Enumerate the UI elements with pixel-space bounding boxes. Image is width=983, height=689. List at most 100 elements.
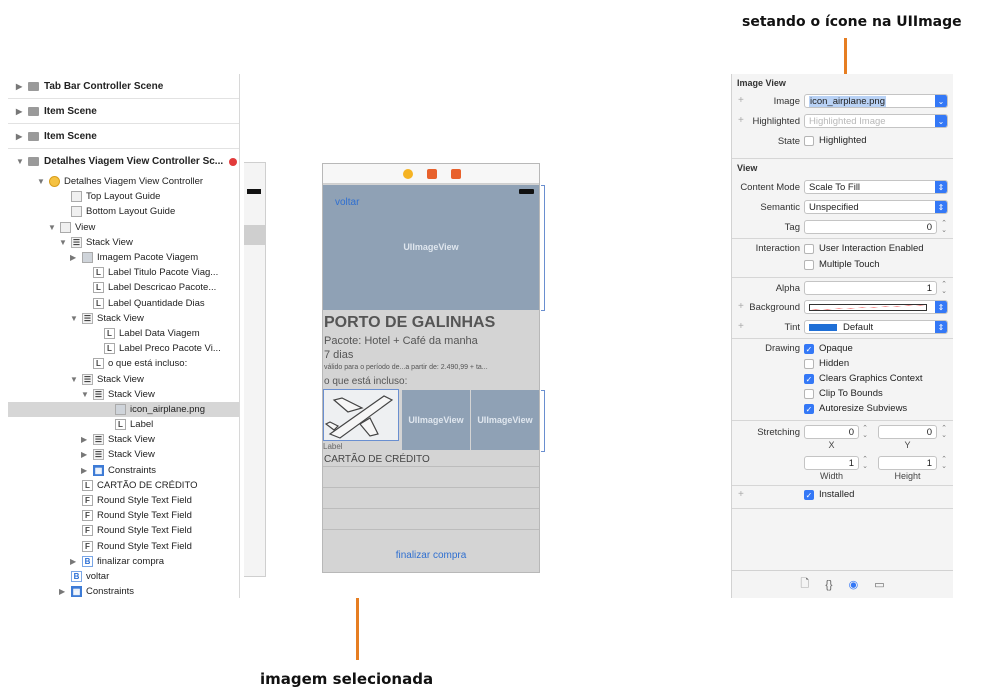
updown-icon[interactable]: ⇕ bbox=[935, 321, 947, 333]
alpha-stepper[interactable]: ⌃ ⌄ bbox=[940, 281, 948, 295]
stretch-x-field[interactable]: 0 bbox=[804, 425, 859, 439]
label-incluso[interactable]: o que está incluso: bbox=[324, 376, 407, 387]
disclosure-closed-icon[interactable]: ▶ bbox=[81, 435, 93, 444]
outline-item[interactable]: L Label Preco Pacote Vi... bbox=[8, 341, 239, 356]
updown-icon[interactable]: ⇕ bbox=[935, 201, 947, 213]
disclosure-closed-icon[interactable]: ▶ bbox=[70, 557, 82, 566]
label-titulo[interactable]: PORTO DE GALINHAS bbox=[324, 314, 495, 332]
quick-help-icon[interactable]: {} bbox=[825, 579, 832, 591]
object-library-icon[interactable]: ▭ bbox=[874, 578, 884, 591]
updown-icon[interactable]: ⇕ bbox=[935, 301, 947, 313]
chevron-down-icon[interactable]: ⌄ bbox=[935, 115, 947, 127]
outline-item[interactable]: Bottom Layout Guide bbox=[8, 204, 239, 219]
clip-bounds-checkbox[interactable] bbox=[804, 389, 814, 399]
state-highlighted-checkbox[interactable] bbox=[804, 136, 814, 146]
width-field[interactable]: 1 bbox=[804, 456, 859, 470]
detail-scene[interactable]: UIImageView voltar PORTO DE GALINHAS Pac… bbox=[322, 163, 540, 573]
disclosure-icon[interactable]: ▶ bbox=[16, 132, 28, 141]
user-interaction-checkbox[interactable] bbox=[804, 244, 814, 254]
outline-item[interactable]: L Label Quantidade Dias bbox=[8, 296, 239, 311]
highlighted-combo[interactable]: Highlighted Image ⌄ bbox=[804, 114, 948, 128]
outline-item[interactable]: ▼ ☰ Stack View bbox=[8, 311, 239, 326]
outline-item[interactable]: F Round Style Text Field bbox=[8, 508, 239, 523]
disclosure-open-icon[interactable]: ▼ bbox=[70, 314, 82, 323]
outline-item[interactable]: L Label bbox=[8, 417, 239, 432]
chevron-down-icon[interactable]: ⌄ bbox=[935, 95, 947, 107]
scene-tab-bar[interactable]: ▶ Tab Bar Controller Scene bbox=[8, 74, 239, 99]
disclosure-open-icon[interactable]: ▼ bbox=[37, 177, 49, 186]
finalizar-compra-button[interactable]: finalizar compra bbox=[323, 550, 539, 561]
outline-item[interactable]: ▶ Imagem Pacote Viagem bbox=[8, 250, 239, 265]
semantic-select[interactable]: Unspecified ⇕ bbox=[804, 200, 948, 214]
height-field[interactable]: 1 bbox=[878, 456, 937, 470]
outline-item[interactable]: ▼ Detalhes Viagem View Controller bbox=[8, 174, 239, 189]
width-stepper[interactable]: ⌃ ⌄ bbox=[861, 456, 869, 470]
stretch-y-stepper[interactable]: ⌃ ⌄ bbox=[940, 425, 948, 439]
file-inspector-icon[interactable]: 🗋 bbox=[800, 575, 809, 594]
clears-context-checkbox[interactable]: ✓ bbox=[804, 374, 814, 384]
image-combo[interactable]: icon_airplane.png ⌄ bbox=[804, 94, 948, 108]
outline-item[interactable]: L Label Descricao Pacote... bbox=[8, 280, 239, 295]
outline-item[interactable]: L CARTÃO DE CRÉDITO bbox=[8, 478, 239, 493]
text-field-2[interactable] bbox=[323, 487, 539, 506]
disclosure-closed-icon[interactable]: ▶ bbox=[81, 450, 93, 459]
thumb-image-view-2[interactable]: UIImageView bbox=[402, 390, 470, 450]
outline-item[interactable]: F Round Style Text Field bbox=[8, 523, 239, 538]
small-label[interactable]: Label bbox=[323, 442, 343, 451]
label-quantidade-dias[interactable]: 7 dias bbox=[324, 349, 353, 361]
disclosure-open-icon[interactable]: ▼ bbox=[70, 375, 82, 384]
text-field-3[interactable] bbox=[323, 508, 539, 527]
hidden-checkbox[interactable] bbox=[804, 359, 814, 369]
outline-item[interactable]: ▶ Bfinalizar compra bbox=[8, 554, 239, 569]
outline-item[interactable]: F Round Style Text Field bbox=[8, 539, 239, 554]
alpha-field[interactable]: 1 bbox=[804, 281, 937, 295]
label-descricao[interactable]: Pacote: Hotel + Café da manha bbox=[324, 335, 478, 347]
outline-item[interactable]: ▶ ▦ Constraints bbox=[8, 463, 239, 478]
disclosure-open-icon[interactable]: ▼ bbox=[48, 223, 60, 232]
outline-item[interactable]: ▶ ▦ Constraints bbox=[8, 584, 239, 598]
outline-item[interactable]: ▼ ☰ Stack View bbox=[8, 235, 239, 250]
background-color-well[interactable]: ⇕ bbox=[804, 300, 948, 314]
disclosure-icon[interactable]: ▼ bbox=[16, 157, 28, 166]
tag-stepper[interactable]: ⌃ ⌄ bbox=[940, 220, 948, 234]
disclosure-icon[interactable]: ▶ bbox=[16, 107, 28, 116]
error-icon[interactable] bbox=[229, 157, 238, 166]
disclosure-closed-icon[interactable]: ▶ bbox=[70, 253, 82, 262]
voltar-button[interactable]: voltar bbox=[335, 197, 359, 208]
tag-field[interactable]: 0 bbox=[804, 220, 937, 234]
scene-item-1[interactable]: ▶ Item Scene bbox=[8, 99, 239, 124]
text-field-1[interactable] bbox=[323, 466, 539, 485]
exit-icon[interactable] bbox=[451, 169, 461, 179]
content-mode-select[interactable]: Scale To Fill ⇕ bbox=[804, 180, 948, 194]
outline-item[interactable]: F Round Style Text Field bbox=[8, 493, 239, 508]
outline-item[interactable]: L Label Data Viagem bbox=[8, 326, 239, 341]
multiple-touch-checkbox[interactable] bbox=[804, 260, 814, 270]
disclosure-open-icon[interactable]: ▼ bbox=[59, 238, 71, 247]
outline-item[interactable]: Top Layout Guide bbox=[8, 189, 239, 204]
updown-icon[interactable]: ⇕ bbox=[935, 181, 947, 193]
disclosure-icon[interactable]: ▶ bbox=[16, 82, 28, 91]
outline-item[interactable]: L Label Titulo Pacote Viag... bbox=[8, 265, 239, 280]
outline-item[interactable]: Lo que está incluso: bbox=[8, 356, 239, 371]
autoresize-checkbox[interactable]: ✓ bbox=[804, 404, 814, 414]
outline-item[interactable]: Bvoltar bbox=[8, 569, 239, 584]
thumb-image-view-3[interactable]: UIImageView bbox=[471, 390, 539, 450]
disclosure-closed-icon[interactable]: ▶ bbox=[59, 587, 71, 596]
disclosure-closed-icon[interactable]: ▶ bbox=[81, 466, 93, 475]
previous-scene[interactable] bbox=[244, 162, 266, 577]
outline-item[interactable]: icon_airplane.png bbox=[8, 401, 239, 417]
outline-item[interactable]: ▼ ☰ Stack View bbox=[8, 371, 239, 386]
opaque-checkbox[interactable]: ✓ bbox=[804, 344, 814, 354]
outline-item[interactable]: ▶ ☰ Stack View bbox=[8, 432, 239, 447]
outline-item[interactable]: ▼ View bbox=[8, 220, 239, 235]
label-data-preco[interactable]: válido para o período de...a partir de: … bbox=[324, 364, 488, 371]
stretch-x-stepper[interactable]: ⌃ ⌄ bbox=[861, 425, 869, 439]
plus-icon[interactable]: + bbox=[738, 489, 744, 500]
stretch-y-field[interactable]: 0 bbox=[878, 425, 937, 439]
first-responder-icon[interactable] bbox=[427, 169, 437, 179]
label-cartao[interactable]: CARTÃO DE CRÉDITO bbox=[324, 454, 430, 465]
text-field-4[interactable] bbox=[323, 529, 539, 548]
disclosure-open-icon[interactable]: ▼ bbox=[81, 390, 93, 399]
airplane-image-selected[interactable] bbox=[323, 389, 399, 441]
plus-icon[interactable]: + bbox=[738, 95, 744, 106]
